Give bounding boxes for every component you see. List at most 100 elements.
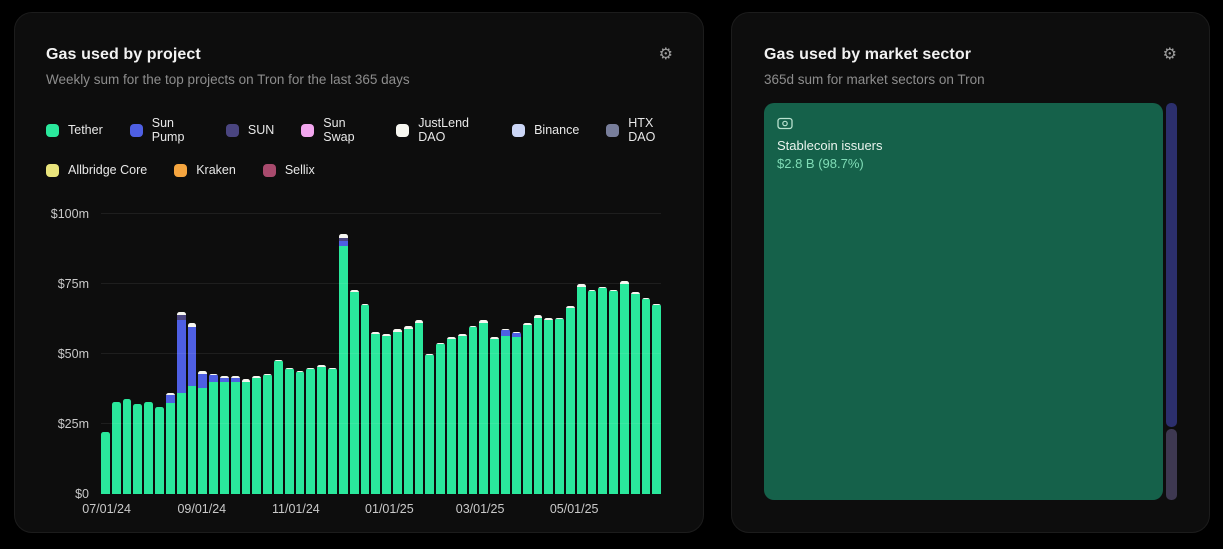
gridline	[101, 423, 661, 424]
bar-week-16[interactable]	[263, 374, 272, 494]
treemap-sector-small-1[interactable]	[1166, 103, 1177, 427]
bar-week-4[interactable]	[133, 404, 142, 494]
bar-week-42[interactable]	[544, 318, 553, 494]
legend-item-binance[interactable]: Binance	[512, 123, 579, 137]
bar-week-36[interactable]	[479, 320, 488, 494]
legend-item-sellix[interactable]: Sellix	[263, 163, 315, 177]
bar-segment-tether	[555, 319, 564, 494]
bar-week-11[interactable]	[209, 374, 218, 494]
bar-segment-tether	[166, 403, 175, 494]
gear-icon[interactable]: ⚙	[659, 46, 673, 62]
bar-week-41[interactable]	[534, 315, 543, 494]
bar-week-31[interactable]	[425, 354, 434, 494]
bar-week-30[interactable]	[415, 320, 424, 494]
bar-week-14[interactable]	[242, 379, 251, 494]
bar-week-39[interactable]	[512, 332, 521, 494]
bar-week-17[interactable]	[274, 360, 283, 494]
bar-week-20[interactable]	[306, 368, 315, 494]
bar-segment-sun-pump	[188, 327, 197, 386]
bar-week-35[interactable]	[469, 326, 478, 494]
x-tick-label: 05/01/25	[550, 502, 599, 516]
bar-week-47[interactable]	[598, 287, 607, 494]
legend-item-label: Binance	[534, 123, 579, 137]
legend-item-tether[interactable]: Tether	[46, 123, 103, 137]
legend-item-allbridge-core[interactable]: Allbridge Core	[46, 163, 147, 177]
bar-week-19[interactable]	[296, 371, 305, 494]
bar-week-46[interactable]	[588, 290, 597, 494]
bar-segment-tether	[198, 388, 207, 494]
x-tick-label: 11/01/24	[272, 502, 320, 516]
bar-week-52[interactable]	[652, 304, 661, 494]
bar-week-34[interactable]	[458, 334, 467, 494]
bar-week-43[interactable]	[555, 318, 564, 494]
coin-icon	[777, 117, 793, 130]
legend-swatch	[606, 124, 619, 137]
legend-item-htx-dao[interactable]: HTX DAO	[606, 116, 673, 144]
bar-week-13[interactable]	[231, 376, 240, 494]
legend-item-sun-pump[interactable]: Sun Pump	[130, 116, 199, 144]
bar-week-50[interactable]	[631, 292, 640, 494]
bar-week-37[interactable]	[490, 337, 499, 494]
bar-week-23[interactable]	[339, 234, 348, 494]
bar-week-48[interactable]	[609, 290, 618, 494]
bar-week-27[interactable]	[382, 334, 391, 494]
bar-segment-tether	[252, 378, 261, 494]
bar-week-33[interactable]	[447, 337, 456, 494]
bar-week-5[interactable]	[144, 402, 153, 494]
bar-week-24[interactable]	[350, 290, 359, 494]
bar-week-40[interactable]	[523, 323, 532, 494]
legend-item-label: Tether	[68, 123, 103, 137]
bar-week-10[interactable]	[198, 371, 207, 494]
treemap-small-sectors	[1166, 103, 1177, 500]
bar-week-22[interactable]	[328, 368, 337, 494]
bar-week-49[interactable]	[620, 281, 629, 494]
bar-week-44[interactable]	[566, 306, 575, 494]
bar-segment-tether	[447, 339, 456, 494]
legend-item-label: Sellix	[285, 163, 315, 177]
legend-item-label: HTX DAO	[628, 116, 673, 144]
bar-week-2[interactable]	[112, 402, 121, 494]
bar-segment-tether	[306, 369, 315, 494]
treemap-sector-small-2[interactable]	[1166, 429, 1177, 500]
bar-segment-tether	[296, 372, 305, 494]
bar-week-21[interactable]	[317, 365, 326, 494]
y-axis: $100m$75m$50m$25m$0	[46, 214, 101, 494]
bar-segment-tether	[642, 299, 651, 494]
bar-week-1[interactable]	[101, 432, 110, 494]
bar-segment-tether	[566, 308, 575, 494]
page-title: Gas used by market sector	[764, 46, 985, 64]
bar-week-6[interactable]	[155, 407, 164, 494]
x-tick-label: 03/01/25	[456, 502, 505, 516]
legend-item-sun[interactable]: SUN	[226, 123, 274, 137]
y-tick-label: $0	[75, 487, 89, 501]
bar-segment-tether	[209, 382, 218, 494]
legend-swatch	[512, 124, 525, 137]
bar-segment-tether	[436, 344, 445, 494]
legend-item-sun-swap[interactable]: Sun Swap	[301, 116, 369, 144]
legend-swatch	[46, 164, 59, 177]
bar-week-12[interactable]	[220, 376, 229, 494]
y-tick-label: $50m	[58, 347, 89, 361]
treemap-sector-stablecoin-issuers[interactable]: Stablecoin issuers $2.8 B (98.7%)	[764, 103, 1163, 500]
bar-week-7[interactable]	[166, 393, 175, 494]
y-tick-label: $75m	[58, 277, 89, 291]
bar-week-3[interactable]	[123, 399, 132, 494]
bar-week-26[interactable]	[371, 332, 380, 494]
gear-icon[interactable]: ⚙	[1163, 46, 1177, 62]
bar-week-25[interactable]	[361, 304, 370, 494]
bar-week-8[interactable]	[177, 312, 186, 494]
gridline	[101, 353, 661, 354]
bar-week-51[interactable]	[642, 298, 651, 494]
bar-week-18[interactable]	[285, 368, 294, 494]
bar-week-45[interactable]	[577, 284, 586, 494]
bar-week-32[interactable]	[436, 343, 445, 494]
bar-segment-tether	[652, 305, 661, 494]
bar-week-29[interactable]	[404, 326, 413, 494]
legend-item-justlend-dao[interactable]: JustLend DAO	[396, 116, 485, 144]
bar-week-9[interactable]	[188, 323, 197, 494]
bar-week-15[interactable]	[252, 376, 261, 494]
bar-segment-tether	[631, 294, 640, 494]
legend-item-kraken[interactable]: Kraken	[174, 163, 236, 177]
bar-segment-tether	[371, 334, 380, 494]
legend-item-label: Sun Pump	[152, 116, 199, 144]
